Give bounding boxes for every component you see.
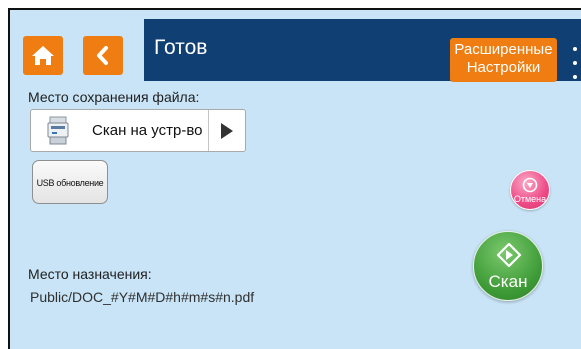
- device-screen: Готов Расширенные Настройки Место сохран…: [8, 8, 581, 349]
- save-location-selector[interactable]: Скан на устр-во: [30, 109, 246, 152]
- scan-button[interactable]: Скан: [473, 231, 543, 301]
- selector-divider: [208, 110, 209, 151]
- destination-label: Место назначения:: [28, 266, 152, 282]
- save-location-label: Место сохранения файла:: [28, 89, 200, 105]
- save-location-value: Скан на устр-во: [92, 122, 203, 139]
- usb-update-button[interactable]: USB обновление: [32, 160, 108, 204]
- scanner-icon: [47, 116, 69, 145]
- advanced-settings-button[interactable]: Расширенные Настройки: [450, 38, 557, 82]
- diamond-start-icon: [496, 242, 522, 268]
- status-title: Готов: [154, 36, 208, 59]
- more-vertical-icon[interactable]: [571, 47, 579, 79]
- chevron-left-icon: [97, 46, 108, 65]
- play-icon[interactable]: [219, 122, 235, 140]
- home-icon: [32, 46, 54, 65]
- cancel-button[interactable]: Отмена: [510, 170, 550, 210]
- stop-icon: [522, 177, 538, 193]
- back-button[interactable]: [83, 36, 123, 75]
- scan-label: Скан: [488, 272, 528, 291]
- destination-path: Public/DOC_#Y#M#D#h#m#s#n.pdf: [30, 289, 255, 305]
- cancel-label: Отмена: [513, 194, 547, 204]
- top-bar: Готов Расширенные Настройки: [144, 19, 581, 82]
- home-button[interactable]: [23, 36, 63, 75]
